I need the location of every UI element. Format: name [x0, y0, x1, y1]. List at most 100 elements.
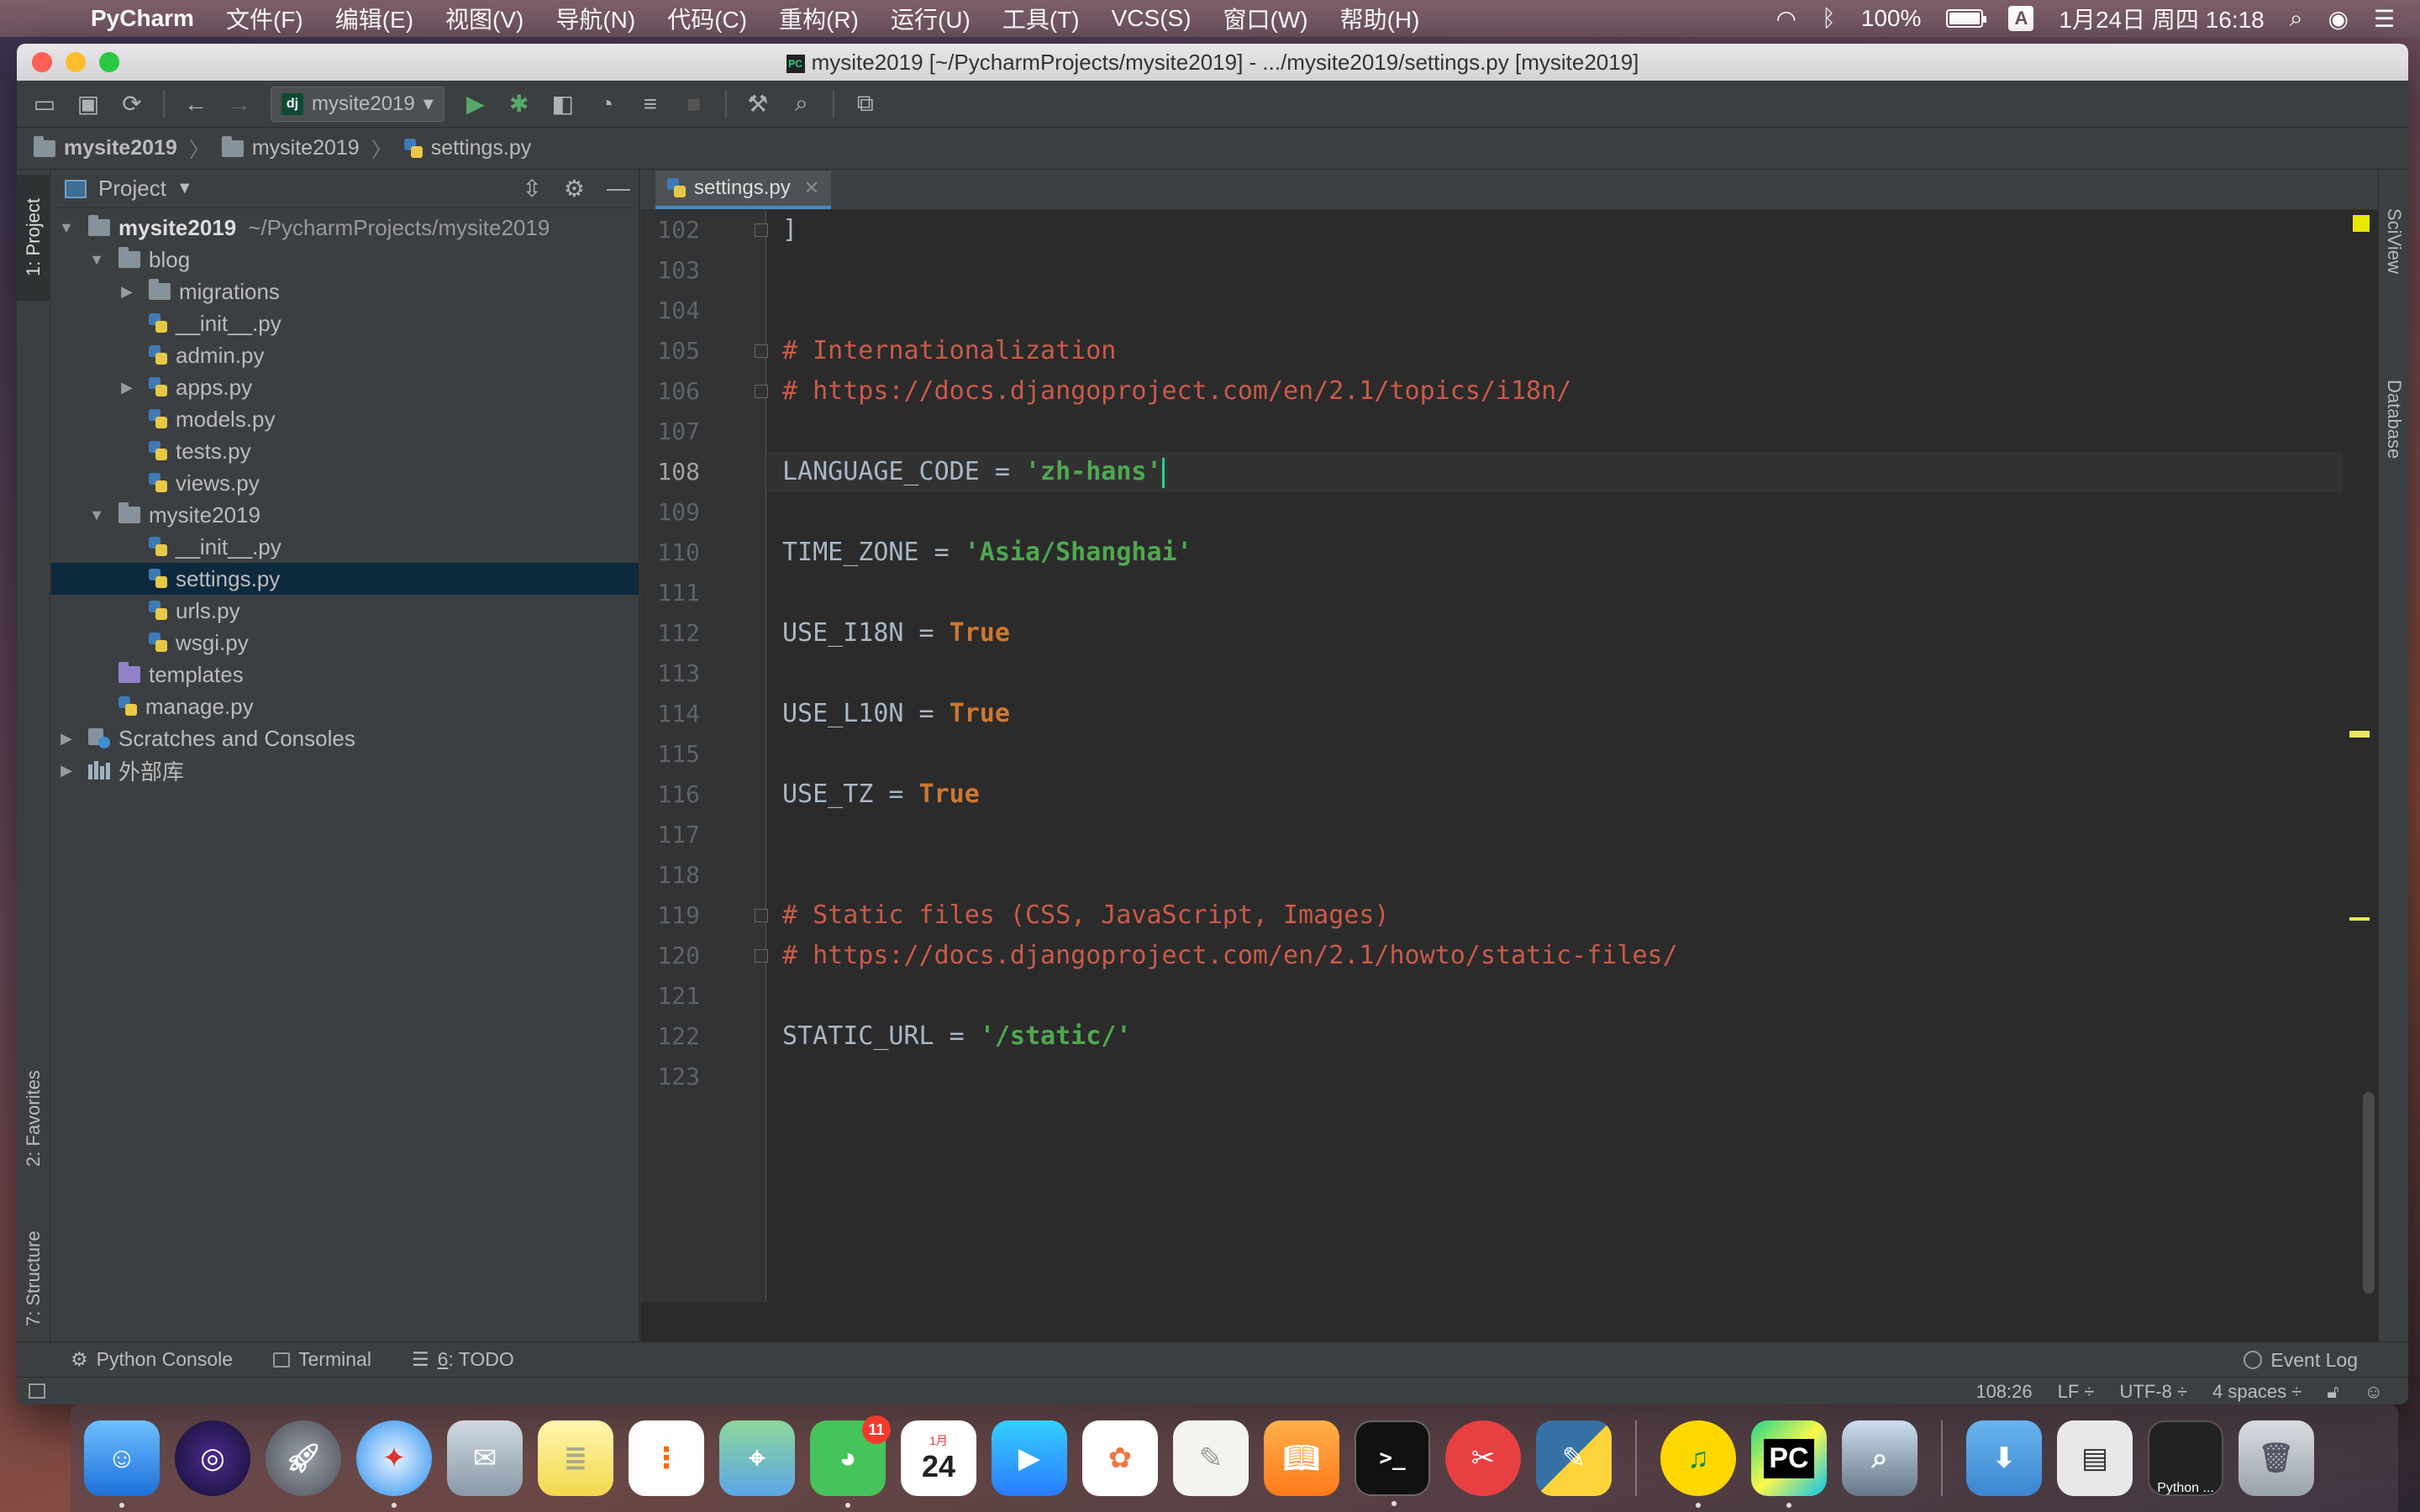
- code-line[interactable]: [767, 654, 2343, 694]
- save-icon[interactable]: ▣: [69, 86, 108, 123]
- menubar-clock[interactable]: 1月24日 周四 16:18: [2059, 2, 2264, 35]
- window-close-button[interactable]: [32, 52, 52, 72]
- downloads-folder-icon[interactable]: ⬇: [1966, 1420, 2042, 1496]
- tree-item-migrations[interactable]: ▶ migrations: [51, 276, 639, 307]
- code-line-current[interactable]: LANGUAGE_CODE = 'zh-hans': [767, 452, 2343, 492]
- code-line[interactable]: [767, 291, 2343, 331]
- preview-icon[interactable]: ⌕: [1842, 1420, 1918, 1496]
- expand-arrow-icon[interactable]: ▶: [58, 762, 75, 780]
- launchpad-icon[interactable]: 🚀︎: [266, 1420, 341, 1496]
- debug-bug-icon[interactable]: ✱: [500, 86, 539, 123]
- close-tab-icon[interactable]: ✕: [804, 177, 819, 199]
- toolbox-icon[interactable]: ✂: [1445, 1420, 1521, 1496]
- profile-icon[interactable]: ◔: [587, 86, 626, 123]
- code-line[interactable]: [767, 1057, 2343, 1097]
- expand-arrow-icon[interactable]: ▶: [118, 379, 135, 396]
- code-line[interactable]: [767, 815, 2343, 855]
- window-titlebar[interactable]: PC mysite2019 [~/PycharmProjects/mysite20…: [17, 44, 2408, 81]
- menu-help[interactable]: 帮助(H): [1340, 2, 1420, 35]
- tool-tab-database[interactable]: Database: [2379, 356, 2408, 482]
- wechat-icon[interactable]: ◕ 11: [810, 1415, 891, 1508]
- warning-stripe-marker[interactable]: [2349, 731, 2370, 738]
- menu-view[interactable]: 视图(V): [445, 2, 523, 35]
- safari-icon[interactable]: ✦: [356, 1420, 432, 1508]
- reminders-icon[interactable]: ⋮: [629, 1420, 704, 1496]
- tool-tab-python-console[interactable]: ⚙ Python Console: [71, 1348, 233, 1371]
- tree-item-mysite2019-package[interactable]: ▼ mysite2019: [51, 499, 639, 531]
- menu-tools[interactable]: 工具(T): [1002, 2, 1080, 35]
- tree-item-models[interactable]: ▶ models.py: [51, 403, 639, 435]
- code-line[interactable]: [767, 855, 2343, 895]
- tool-tab-project[interactable]: 1: Project: [17, 175, 50, 301]
- fold-marker-icon[interactable]: [755, 909, 768, 922]
- tool-tab-favorites[interactable]: 2: Favorites: [17, 1056, 50, 1182]
- expand-arrow-icon[interactable]: ▼: [58, 219, 75, 237]
- code-line[interactable]: [767, 492, 2343, 533]
- tool-tab-terminal[interactable]: Terminal: [273, 1348, 371, 1371]
- notes-icon[interactable]: ≣: [538, 1420, 613, 1496]
- photos-icon[interactable]: ✿: [1082, 1420, 1158, 1496]
- chevron-down-icon[interactable]: ▼: [176, 179, 193, 198]
- expand-arrow-icon[interactable]: ▼: [88, 251, 105, 269]
- menu-edit[interactable]: 编辑(E): [335, 2, 413, 35]
- gear-icon[interactable]: ⚙: [564, 175, 585, 202]
- siri-icon[interactable]: ◎: [175, 1420, 250, 1496]
- code-text-area[interactable]: ] # Internationalization # https://docs.…: [767, 210, 2343, 1302]
- code-line[interactable]: [767, 734, 2343, 774]
- calendar-icon[interactable]: 1月 24: [901, 1420, 976, 1496]
- tree-item-apps[interactable]: ▶ apps.py: [51, 371, 639, 403]
- maps-icon[interactable]: ⌖: [719, 1420, 795, 1496]
- breadcrumb-project[interactable]: mysite2019: [64, 136, 177, 160]
- code-line[interactable]: [767, 573, 2343, 613]
- tree-item-tests[interactable]: ▶ tests.py: [51, 435, 639, 467]
- code-line[interactable]: # Internationalization: [767, 331, 2343, 371]
- expand-arrow-icon[interactable]: ▼: [88, 507, 105, 524]
- books-icon[interactable]: 📖︎: [1264, 1420, 1339, 1496]
- vcs-operations-icon[interactable]: ⧉: [846, 86, 885, 123]
- toggle-tool-windows-icon[interactable]: [29, 1383, 45, 1399]
- tree-item-root[interactable]: ▼ mysite2019 ~/PycharmProjects/mysite201…: [51, 212, 639, 244]
- menu-file[interactable]: 文件(F): [226, 2, 303, 35]
- bluetooth-icon[interactable]: ᛒ: [1822, 5, 1836, 32]
- code-line[interactable]: # https://docs.djangoproject.com/en/2.1/…: [767, 371, 2343, 412]
- search-icon[interactable]: ⌕: [782, 86, 821, 123]
- sync-icon[interactable]: ⟳: [113, 86, 151, 123]
- coverage-icon[interactable]: ◧: [544, 86, 582, 123]
- fold-marker-icon[interactable]: [755, 385, 768, 398]
- code-line[interactable]: [767, 976, 2343, 1016]
- tree-item-urls[interactable]: ▶ urls.py: [51, 595, 639, 627]
- inspection-status-icon[interactable]: [2353, 215, 2370, 232]
- tree-item-blog-init[interactable]: ▶ __init__.py: [51, 307, 639, 339]
- tree-item-scratches[interactable]: ▶ Scratches and Consoles: [51, 722, 639, 754]
- run-icon[interactable]: ▶: [456, 86, 495, 123]
- open-folder-icon[interactable]: ▭: [25, 86, 64, 123]
- event-log-button[interactable]: Event Log: [2244, 1342, 2358, 1378]
- code-line[interactable]: TIME_ZONE = 'Asia/Shanghai': [767, 533, 2343, 573]
- notification-center-icon[interactable]: ☰: [2374, 5, 2395, 33]
- tree-item-mysite-init[interactable]: ▶ __init__.py: [51, 531, 639, 563]
- document-stack-icon[interactable]: ▤: [2057, 1420, 2133, 1496]
- finder-icon[interactable]: ☺: [84, 1420, 160, 1508]
- project-view-select[interactable]: Project: [98, 176, 166, 202]
- indent-select[interactable]: 4 spaces ÷: [2212, 1381, 2302, 1403]
- app-menu-pycharm[interactable]: PyCharm: [91, 5, 194, 32]
- tree-item-wsgi[interactable]: ▶ wsgi.py: [51, 627, 639, 659]
- tool-tab-structure[interactable]: 7: Structure: [17, 1220, 50, 1337]
- menu-window[interactable]: 窗口(W): [1223, 2, 1308, 35]
- video-player-icon[interactable]: ▶: [992, 1420, 1067, 1496]
- run-configuration-select[interactable]: dj mysite2019 ▾: [271, 86, 445, 122]
- hide-pane-icon[interactable]: —: [607, 175, 630, 202]
- editor-tab-settings[interactable]: settings.py ✕: [655, 171, 832, 209]
- textedit-icon[interactable]: ✎: [1173, 1420, 1249, 1496]
- scrollbar-thumb[interactable]: [2363, 1092, 2375, 1294]
- tree-item-blog[interactable]: ▼ blog: [51, 244, 639, 276]
- fold-marker-icon[interactable]: [755, 223, 768, 237]
- menu-run[interactable]: 运行(U): [891, 2, 971, 35]
- tree-item-admin[interactable]: ▶ admin.py: [51, 339, 639, 371]
- siri-icon[interactable]: ◉: [2328, 5, 2348, 33]
- breadcrumb-package[interactable]: mysite2019: [252, 136, 360, 160]
- tree-item-views[interactable]: ▶ views.py: [51, 467, 639, 499]
- code-line[interactable]: USE_L10N = True: [767, 694, 2343, 734]
- code-line[interactable]: [767, 250, 2343, 291]
- code-line[interactable]: USE_I18N = True: [767, 613, 2343, 654]
